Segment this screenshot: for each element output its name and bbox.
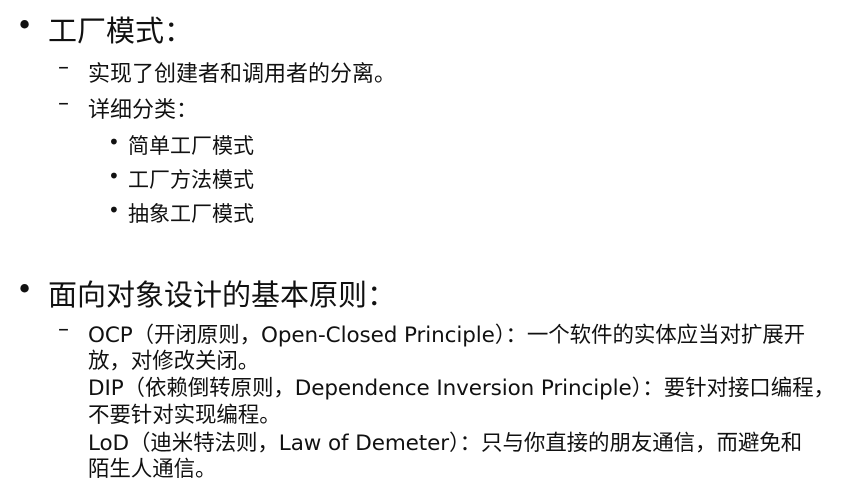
heading-text: 工厂模式：: [48, 14, 194, 48]
principle-text: 不要针对实现编程。: [88, 403, 281, 428]
principle-dip-line2: 不要针对实现编程。: [88, 398, 281, 429]
dash-marker: –: [58, 55, 69, 80]
item-separation: – 实现了创建者和调用者的分离。: [58, 55, 397, 88]
bullet-marker: •: [108, 198, 120, 222]
bullet-marker: •: [108, 130, 120, 154]
heading-text: 面向对象设计的基本原则：: [48, 278, 397, 312]
subitem-text: 抽象工厂模式: [128, 202, 254, 226]
subitem-text: 工厂方法模式: [128, 168, 254, 192]
dash-marker: –: [58, 91, 69, 116]
bullet-marker: •: [16, 8, 34, 42]
subitem-simple-factory: • 简单工厂模式: [108, 130, 254, 160]
subitem-text: 简单工厂模式: [128, 134, 254, 158]
bullet-marker: •: [108, 164, 120, 188]
dash-marker: –: [58, 317, 69, 342]
principle-text: 陌生人通信。: [88, 457, 217, 482]
item-text: 实现了创建者和调用者的分离。: [88, 62, 397, 87]
principle-lod-line2: 陌生人通信。: [88, 452, 217, 483]
item-classification: – 详细分类：: [58, 91, 199, 124]
item-text: 详细分类：: [88, 98, 199, 123]
heading-factory-pattern: • 工厂模式：: [16, 8, 194, 50]
subitem-abstract-factory: • 抽象工厂模式: [108, 198, 254, 228]
subitem-factory-method: • 工厂方法模式: [108, 164, 254, 194]
bullet-marker: •: [16, 272, 34, 306]
heading-design-principles: • 面向对象设计的基本原则：: [16, 272, 397, 314]
